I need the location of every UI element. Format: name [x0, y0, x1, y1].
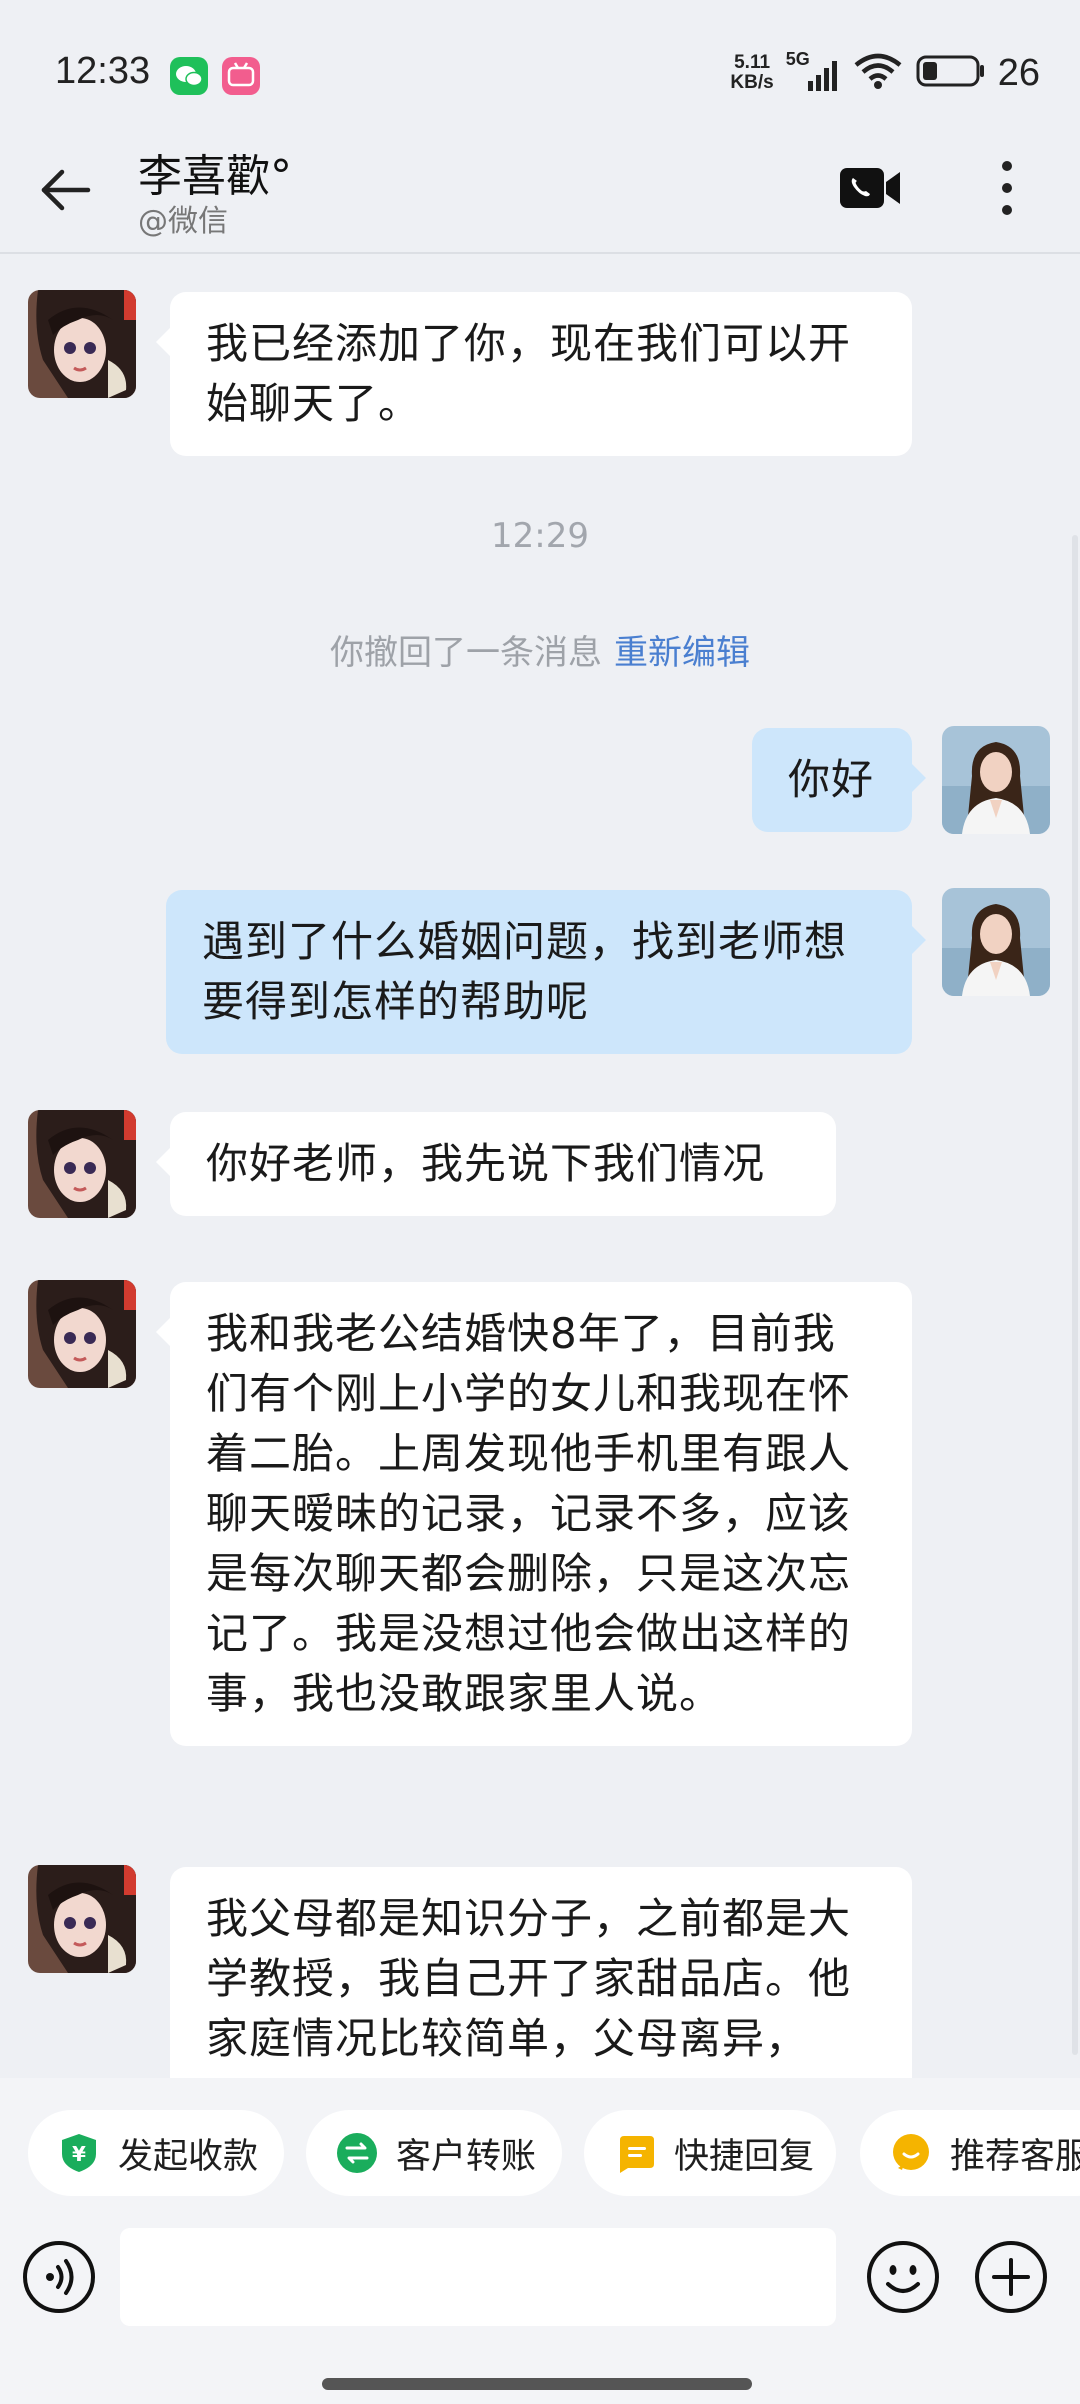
message-bubble-incoming[interactable]: 你好老师，我先说下我们情况	[156, 1112, 836, 1216]
message-input[interactable]	[120, 2228, 836, 2326]
voice-icon	[23, 2241, 95, 2313]
contact-source: @微信	[138, 204, 228, 239]
recall-notice-text: 你撤回了一条消息	[330, 633, 602, 673]
status-right: 5.11 KB/s 5G 26	[730, 48, 1040, 98]
transfer-icon	[337, 2133, 377, 2173]
quick-action-bar: ¥ 发起收款 客户转账 快捷回复 推荐客服	[0, 2078, 1080, 2218]
customer-transfer-chip[interactable]: 客户转账	[306, 2110, 562, 2196]
chip-label: 推荐客服	[950, 2136, 1080, 2177]
bilibili-notification-icon	[222, 57, 260, 95]
message-timestamp: 12:29	[491, 516, 589, 556]
video-call-button[interactable]	[838, 162, 902, 214]
more-functions-button[interactable]	[974, 2240, 1048, 2314]
status-bar: 12:33 5.11 KB/s 5G 26	[0, 0, 1080, 140]
contact-avatar[interactable]	[28, 1110, 136, 1218]
battery-icon	[916, 53, 986, 93]
message-bubble-incoming[interactable]: 我已经添加了你，现在我们可以开始聊天了。	[156, 292, 912, 456]
emoji-icon	[867, 2241, 939, 2313]
chat-header: 李喜歡° @微信	[0, 140, 1080, 254]
battery-percent: 26	[997, 51, 1040, 94]
contact-avatar[interactable]	[28, 1865, 136, 1973]
message-bubble-outgoing[interactable]: 遇到了什么婚姻问题，找到老师想要得到怎样的帮助呢	[166, 890, 926, 1054]
home-indicator[interactable]	[322, 2378, 752, 2390]
network-speed: 5.11 KB/s	[730, 52, 774, 93]
more-vertical-icon	[1002, 161, 1012, 215]
chip-label: 快捷回复	[674, 2136, 815, 2177]
voice-input-button[interactable]	[22, 2240, 96, 2314]
message-bubble-incoming[interactable]: 我父母都是知识分子，之前都是大学教授，我自己开了家甜品店。他家庭情况比较简单，父…	[170, 1867, 912, 2107]
contact-avatar[interactable]	[28, 290, 136, 398]
status-time: 12:33	[55, 50, 151, 92]
video-call-icon	[840, 168, 900, 208]
back-button[interactable]	[36, 160, 96, 220]
more-options-button[interactable]	[990, 152, 1024, 224]
chip-label: 发起收款	[118, 2136, 259, 2177]
back-arrow-icon	[41, 169, 91, 211]
recommend-service-icon	[893, 2134, 929, 2170]
contact-avatar[interactable]	[28, 1280, 136, 1388]
wifi-icon	[852, 51, 904, 95]
emoji-button[interactable]	[866, 2240, 940, 2314]
contact-name: 李喜歡°	[138, 151, 292, 202]
recall-notice: 你撤回了一条消息 重新编辑	[0, 625, 1080, 674]
quick-reply-chip[interactable]: 快捷回复	[584, 2110, 836, 2196]
quick-reply-icon	[620, 2136, 654, 2173]
recommend-service-chip[interactable]: 推荐客服	[860, 2110, 1080, 2196]
cellular-signal-icon: 5G	[786, 49, 840, 93]
chat-scrollbar[interactable]	[1072, 535, 1078, 2055]
wechat-notification-icon	[170, 57, 208, 95]
receive-payment-icon: ¥	[62, 2134, 96, 2172]
message-bubble-incoming[interactable]: 我和我老公结婚快8年了，目前我们有个刚上小学的女儿和我现在怀着二胎。上周发现他手…	[156, 1282, 912, 1746]
my-avatar[interactable]	[942, 726, 1050, 834]
plus-icon	[975, 2241, 1047, 2313]
input-bar	[0, 2218, 1080, 2404]
my-avatar[interactable]	[942, 888, 1050, 996]
re-edit-link[interactable]: 重新编辑	[614, 633, 750, 673]
message-bubble-outgoing[interactable]: 你好	[752, 728, 926, 832]
receive-payment-chip[interactable]: ¥ 发起收款	[28, 2110, 284, 2196]
svg-text:¥: ¥	[72, 2142, 86, 2166]
chip-label: 客户转账	[396, 2136, 537, 2177]
